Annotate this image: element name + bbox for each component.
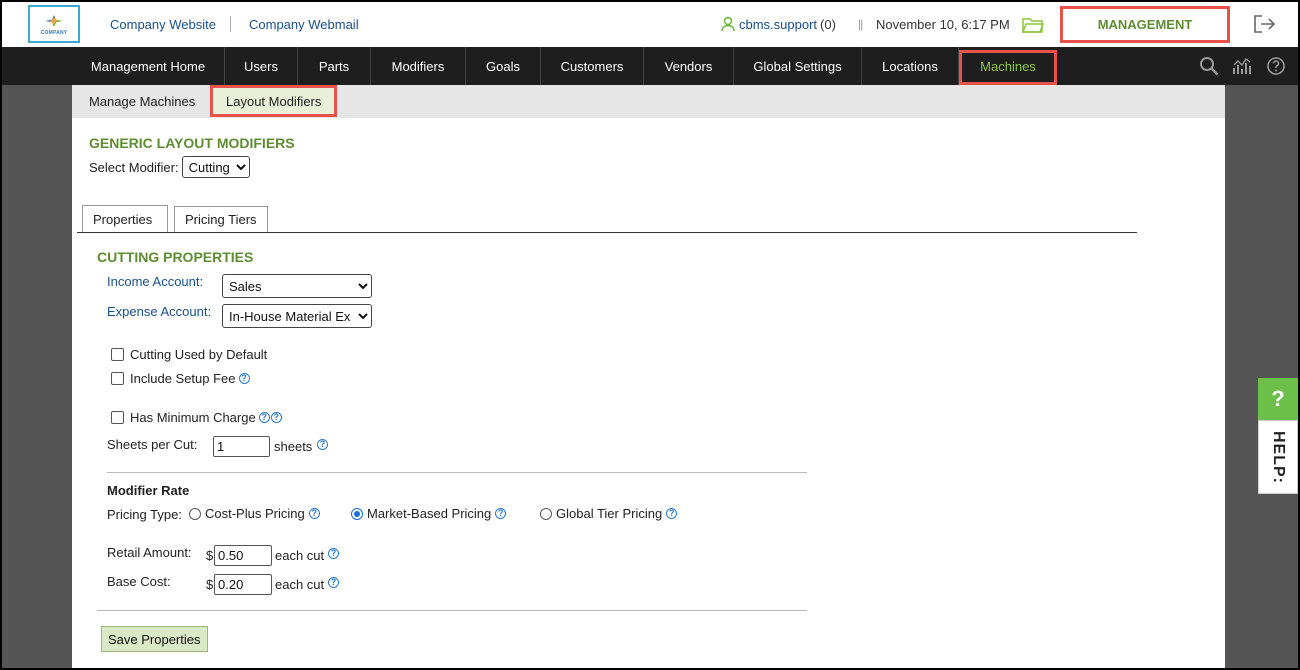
subnav-layout-modifiers[interactable]: Layout Modifiers (210, 85, 338, 117)
cutting-default-checkbox-row[interactable]: Cutting Used by Default (111, 347, 267, 362)
cutting-default-label: Cutting Used by Default (130, 347, 268, 362)
nav-goals[interactable]: Goals (466, 47, 541, 85)
search-icon[interactable] (1199, 56, 1219, 76)
logout-icon[interactable] (1252, 14, 1276, 34)
select-modifier-label: Select Modifier: (89, 159, 179, 175)
market-based-help-icon[interactable]: ? (495, 508, 507, 519)
sheets-unit: sheets (274, 439, 313, 454)
tab-pricing-tiers[interactable]: Pricing Tiers (174, 206, 268, 232)
save-properties-button[interactable]: Save Properties (101, 626, 208, 652)
user-icon (721, 16, 735, 32)
income-account-label: Income Account: (107, 274, 204, 289)
base-cost-help-icon[interactable]: ? (328, 577, 339, 588)
radio-cost-plus-dot[interactable] (189, 507, 201, 520)
retail-currency: $ (206, 548, 214, 563)
retail-amount-input[interactable] (214, 545, 272, 566)
cutting-default-checkbox[interactable] (111, 348, 124, 361)
user-account[interactable]: cbms.support (0) (720, 16, 836, 32)
select-modifier-dropdown[interactable]: Cutting (181, 156, 250, 178)
sheets-per-cut-input[interactable] (213, 436, 270, 457)
company-logo[interactable]: COMPANY (28, 5, 80, 43)
help-tab[interactable]: ? HELP: (1258, 378, 1298, 494)
min-charge-checkbox[interactable] (111, 411, 124, 424)
logo-mark-icon (43, 12, 65, 30)
base-cost-label: Base Cost: (107, 574, 171, 589)
user-name[interactable]: cbms.support (739, 17, 817, 32)
setup-fee-checkbox-row[interactable]: Include Setup Fee ? (111, 371, 250, 386)
income-account-select[interactable]: Sales (222, 274, 372, 298)
expense-account-select[interactable]: In-House Material Ex (222, 304, 372, 328)
retail-help-icon[interactable]: ? (328, 548, 339, 559)
help-circle-icon[interactable] (1266, 56, 1286, 76)
global-tier-help-icon[interactable]: ? (666, 508, 678, 519)
radio-market-based-label: Market-Based Pricing (367, 506, 492, 521)
base-currency: $ (206, 577, 214, 592)
radio-cost-plus[interactable]: Cost-Plus Pricing ? (189, 506, 320, 521)
nav-customers[interactable]: Customers (541, 47, 644, 85)
pricing-type-label: Pricing Type: (107, 507, 182, 522)
analytics-icon[interactable] (1232, 56, 1252, 76)
divider (107, 472, 807, 473)
logo-text: COMPANY (40, 30, 68, 36)
expense-account-label: Expense Account: (107, 304, 212, 319)
nav-vendors[interactable]: Vendors (644, 47, 734, 85)
cost-plus-help-icon[interactable]: ? (308, 508, 320, 519)
nav-modifiers[interactable]: Modifiers (371, 47, 466, 85)
divider (97, 610, 807, 611)
folder-icon[interactable] (1022, 16, 1044, 34)
main-nav: Management Home Users Parts Modifiers Go… (2, 47, 1298, 85)
nav-locations[interactable]: Locations (862, 47, 959, 85)
tab-divider (77, 232, 1137, 233)
sub-nav: Manage Machines Layout Modifiers (72, 85, 1225, 118)
min-charge-checkbox-row[interactable]: Has Minimum Charge ? ? (111, 410, 282, 425)
help-tab-label: HELP: (1270, 430, 1287, 484)
help-question-icon[interactable]: ? (1258, 378, 1298, 420)
radio-global-tier-label: Global Tier Pricing (556, 506, 663, 521)
setup-fee-label: Include Setup Fee (130, 371, 236, 386)
divider (230, 16, 231, 32)
subnav-manage-machines[interactable]: Manage Machines (89, 85, 195, 118)
nav-global-settings[interactable]: Global Settings (734, 47, 862, 85)
nav-management-home[interactable]: Management Home (72, 47, 225, 85)
sheets-per-cut-label: Sheets per Cut: (107, 437, 198, 452)
nav-parts[interactable]: Parts (298, 47, 371, 85)
modifier-rate-title: Modifier Rate (107, 483, 190, 498)
base-cost-input[interactable] (214, 574, 272, 595)
current-datetime: November 10, 6:17 PM (876, 17, 1010, 32)
setup-fee-help-icon[interactable]: ? (238, 373, 250, 384)
app-frame: COMPANY Company Website Company Webmail … (0, 0, 1300, 670)
page-title: GENERIC LAYOUT MODIFIERS (89, 135, 295, 151)
min-charge-label: Has Minimum Charge (130, 410, 256, 425)
company-webmail-link[interactable]: Company Webmail (249, 17, 359, 32)
tab-properties[interactable]: Properties (82, 205, 168, 233)
setup-fee-checkbox[interactable] (111, 372, 124, 385)
management-button[interactable]: MANAGEMENT (1060, 6, 1230, 43)
nav-users[interactable]: Users (225, 47, 298, 85)
min-charge-help-icon[interactable]: ? (258, 412, 270, 423)
nav-machines-highlight (959, 50, 1057, 85)
radio-global-tier-dot[interactable] (540, 507, 552, 520)
section-title: CUTTING PROPERTIES (97, 249, 254, 265)
select-modifier-row: Select Modifier: Cutting (89, 156, 250, 178)
base-unit: each cut (275, 577, 325, 592)
retail-unit: each cut (275, 548, 325, 563)
content-panel: Manage Machines Layout Modifiers GENERIC… (72, 85, 1225, 668)
retail-amount-label: Retail Amount: (107, 545, 192, 560)
radio-market-based[interactable]: Market-Based Pricing ? (351, 506, 507, 521)
min-charge-help-icon-2[interactable]: ? (270, 412, 282, 423)
company-website-link[interactable]: Company Website (110, 17, 216, 32)
help-tab-label-box[interactable]: HELP: (1258, 420, 1298, 494)
user-count: (0) (820, 16, 836, 32)
radio-cost-plus-label: Cost-Plus Pricing (205, 506, 305, 521)
top-bar: COMPANY Company Website Company Webmail … (2, 2, 1298, 47)
date-separator: || (858, 17, 863, 31)
sheets-help-icon[interactable]: ? (317, 439, 328, 450)
radio-global-tier[interactable]: Global Tier Pricing ? (540, 506, 678, 521)
radio-market-based-dot[interactable] (351, 507, 363, 520)
